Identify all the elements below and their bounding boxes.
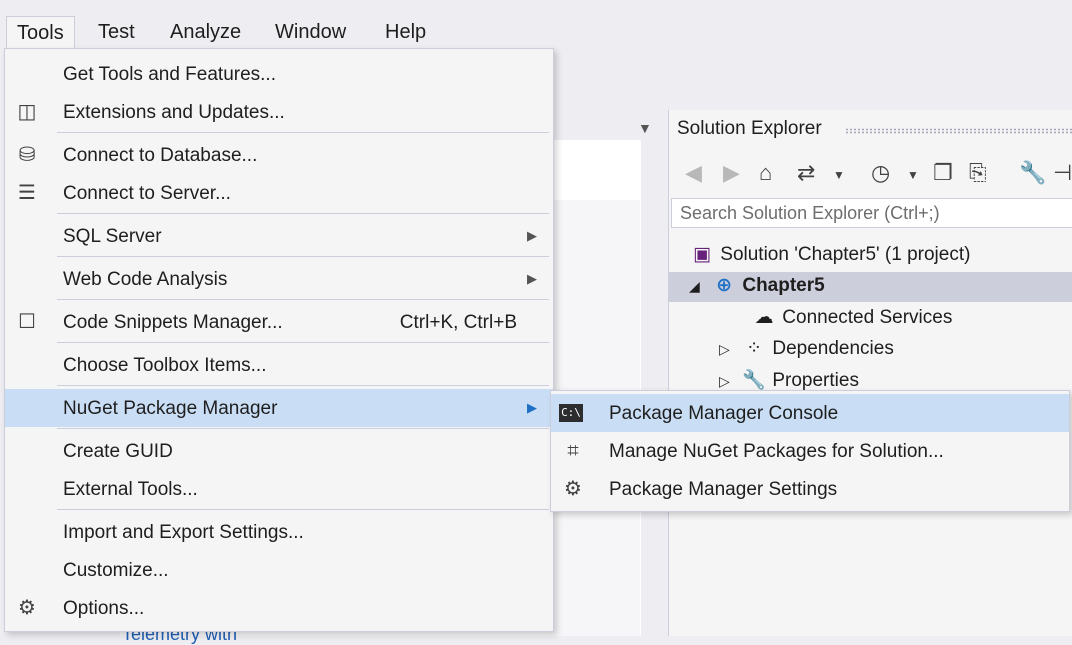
tree-connected-services-label: Connected Services [782, 307, 953, 328]
menu-separator [57, 509, 549, 510]
tree-properties[interactable]: ▷ 🔧 Properties [719, 368, 859, 392]
chevron-down-icon[interactable]: ▼ [907, 168, 919, 182]
menu-item-label: Package Manager Console [609, 403, 839, 424]
menu-item-label: Code Snippets Manager... [63, 312, 283, 333]
collapsed-arrow-icon[interactable]: ▷ [719, 341, 730, 357]
menu-item-web-code-analysis[interactable]: Web Code Analysis ▶ [5, 260, 553, 298]
tree-project[interactable]: ◢ ⊕ Chapter5 [689, 274, 825, 297]
tree-solution-label: Solution 'Chapter5' (1 project) [720, 244, 971, 265]
menu-bar: Tools Test Analyze Window Help [0, 14, 1072, 50]
cloud-icon: ☁ [754, 307, 774, 328]
properties-wrench-icon[interactable]: 🔧 [1019, 160, 1046, 186]
menu-item-import-export[interactable]: Import and Export Settings... [5, 513, 553, 551]
menu-item-label: NuGet Package Manager [63, 398, 278, 419]
tools-menu: Get Tools and Features... ◫ Extensions a… [4, 48, 554, 632]
tree-connected-services[interactable]: ☁ Connected Services [751, 306, 953, 329]
server-icon: ☰ [18, 182, 36, 204]
gear-icon: ⚙ [564, 478, 582, 500]
expanded-arrow-icon[interactable]: ◢ [689, 278, 700, 294]
package-icon: ⌗ [567, 440, 579, 462]
submenu-arrow-icon: ▶ [527, 271, 537, 286]
menu-item-label: Connect to Server... [63, 183, 231, 204]
menu-item-options[interactable]: ⚙ Options... [5, 589, 553, 627]
solution-explorer: Solution Explorer ◀ ▶ ⌂ ⇄ ▼ ◷ ▼ ❐ ⎘ 🔧 ⊣ … [668, 110, 1072, 636]
menu-item-package-manager-console[interactable]: C:\ Package Manager Console [551, 394, 1069, 432]
menu-item-label: Connect to Database... [63, 145, 258, 166]
menu-test[interactable]: Test [88, 16, 145, 48]
solution-explorer-title: Solution Explorer [677, 118, 822, 139]
menu-item-label: Customize... [63, 560, 169, 581]
show-all-files-icon[interactable]: ⎘ [969, 160, 987, 186]
menu-item-extensions[interactable]: ◫ Extensions and Updates... [5, 93, 553, 131]
collapsed-arrow-icon[interactable]: ▷ [719, 373, 730, 389]
tree-dependencies[interactable]: ▷ ⁘ Dependencies [719, 337, 894, 360]
menu-item-label: Options... [63, 598, 145, 619]
menu-item-code-snippets[interactable]: ☐ Code Snippets Manager... Ctrl+K, Ctrl+… [5, 303, 553, 341]
gear-icon: ⚙ [18, 597, 36, 619]
menu-item-package-settings[interactable]: ⚙ Package Manager Settings [551, 470, 1069, 508]
wrench-icon: 🔧 [742, 370, 766, 391]
chevron-down-icon[interactable]: ▼ [833, 168, 845, 182]
menu-analyze[interactable]: Analyze [160, 16, 251, 48]
menu-item-customize[interactable]: Customize... [5, 551, 553, 589]
collapse-all-icon[interactable]: ❐ [933, 160, 953, 186]
menu-item-label: Get Tools and Features... [63, 64, 276, 85]
menu-item-shortcut: Ctrl+K, Ctrl+B [399, 312, 517, 333]
menu-item-create-guid[interactable]: Create GUID [5, 432, 553, 470]
menu-item-label: External Tools... [63, 479, 198, 500]
menu-separator [57, 342, 549, 343]
database-icon: ⛁ [18, 144, 36, 166]
menu-item-get-tools[interactable]: Get Tools and Features... [5, 55, 553, 93]
search-input[interactable]: Search Solution Explorer (Ctrl+;) [671, 198, 1072, 228]
menu-item-sql-server[interactable]: SQL Server ▶ [5, 217, 553, 255]
extensions-icon: ◫ [17, 101, 37, 123]
menu-item-label: Package Manager Settings [609, 479, 838, 500]
back-icon[interactable]: ◀ [685, 160, 702, 186]
menu-item-connect-database[interactable]: ⛁ Connect to Database... [5, 136, 553, 174]
nuget-submenu: C:\ Package Manager Console ⌗ Manage NuG… [550, 390, 1070, 512]
menu-item-label: SQL Server [63, 226, 162, 247]
submenu-arrow-icon: ▶ [527, 228, 537, 243]
forward-icon[interactable]: ▶ [723, 160, 740, 186]
snippet-icon: ☐ [18, 311, 36, 333]
menu-separator [57, 256, 549, 257]
menu-separator [57, 428, 549, 429]
tree-project-label: Chapter5 [742, 275, 825, 296]
menu-item-choose-toolbox[interactable]: Choose Toolbox Items... [5, 346, 553, 384]
submenu-arrow-icon: ▶ [527, 400, 537, 415]
menu-item-connect-server[interactable]: ☰ Connect to Server... [5, 174, 553, 212]
solution-icon: ▣ [693, 244, 711, 265]
menu-separator [57, 213, 549, 214]
menu-help[interactable]: Help [375, 16, 436, 48]
title-grip[interactable] [845, 128, 1072, 134]
menu-item-manage-nuget[interactable]: ⌗ Manage NuGet Packages for Solution... [551, 432, 1069, 470]
chevron-down-icon[interactable]: ▼ [638, 120, 652, 136]
menu-tools[interactable]: Tools [6, 16, 75, 50]
sync-view-icon[interactable]: ⇄ [797, 160, 815, 186]
menu-item-label: Extensions and Updates... [63, 102, 285, 123]
menu-item-label: Create GUID [63, 441, 173, 462]
solution-explorer-toolbar: ◀ ▶ ⌂ ⇄ ▼ ◷ ▼ ❐ ⎘ 🔧 ⊣ [669, 152, 1072, 192]
menu-window[interactable]: Window [265, 16, 356, 48]
home-icon[interactable]: ⌂ [759, 160, 772, 186]
menu-separator [57, 299, 549, 300]
pending-changes-icon[interactable]: ◷ [871, 160, 890, 186]
menu-item-nuget[interactable]: NuGet Package Manager ▶ [5, 389, 553, 427]
tree-solution[interactable]: ▣ Solution 'Chapter5' (1 project) [689, 243, 970, 266]
menu-item-label: Import and Export Settings... [63, 522, 304, 543]
tree-properties-label: Properties [772, 370, 859, 391]
menu-item-label: Choose Toolbox Items... [63, 355, 267, 376]
menu-item-label: Manage NuGet Packages for Solution... [609, 441, 944, 462]
dependencies-icon: ⁘ [746, 338, 763, 359]
console-icon: C:\ [559, 404, 583, 422]
tree-dependencies-label: Dependencies [772, 338, 894, 359]
web-project-icon: ⊕ [716, 275, 733, 296]
pin-icon[interactable]: ⊣ [1053, 160, 1072, 186]
menu-separator [57, 385, 549, 386]
menu-separator [57, 132, 549, 133]
menu-item-label: Web Code Analysis [63, 269, 228, 290]
menu-item-external-tools[interactable]: External Tools... [5, 470, 553, 508]
